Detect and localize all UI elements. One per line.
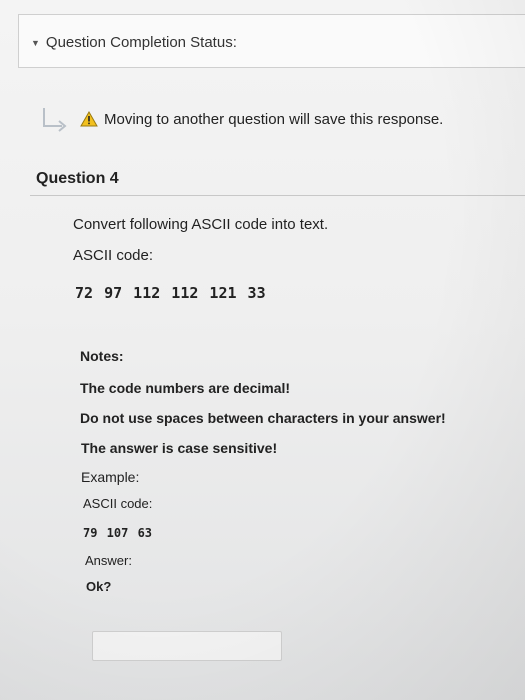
example-ascii-label: ASCII code:	[83, 496, 153, 511]
note-no-spaces: Do not use spaces between characters in …	[80, 410, 446, 426]
caret-down-icon: ▼	[31, 37, 40, 48]
answer-input[interactable]	[92, 631, 282, 661]
example-answer-label: Answer:	[85, 553, 132, 568]
example-ascii-values: 79 107 63	[83, 526, 153, 540]
warning-icon	[80, 111, 98, 127]
completion-status-label: Question Completion Status:	[45, 34, 237, 51]
ascii-code-values: 72 97 112 112 121 33	[75, 284, 266, 302]
note-decimal: The code numbers are decimal!	[80, 380, 291, 396]
completion-status-toggle[interactable]: ▼ Question Completion Status:	[31, 34, 237, 51]
example-answer-value: Ok?	[86, 579, 112, 594]
example-label: Example:	[81, 469, 140, 485]
question-title: Question 4	[36, 170, 119, 187]
note-case-sensitive: The answer is case sensitive!	[81, 440, 278, 456]
completion-status-panel: ▼ Question Completion Status:	[18, 14, 525, 68]
question-prompt: Convert following ASCII code into text.	[73, 216, 329, 233]
notes-heading: Notes:	[80, 348, 124, 364]
question-header: Question 4	[30, 166, 525, 196]
save-warning: Moving to another question will save thi…	[40, 106, 443, 132]
ascii-code-label: ASCII code:	[73, 247, 154, 264]
page: ▼ Question Completion Status: Moving to …	[0, 0, 525, 700]
warning-text: Moving to another question will save thi…	[104, 110, 444, 128]
return-arrow-icon	[43, 108, 67, 132]
screen-vignette	[0, 0, 525, 700]
